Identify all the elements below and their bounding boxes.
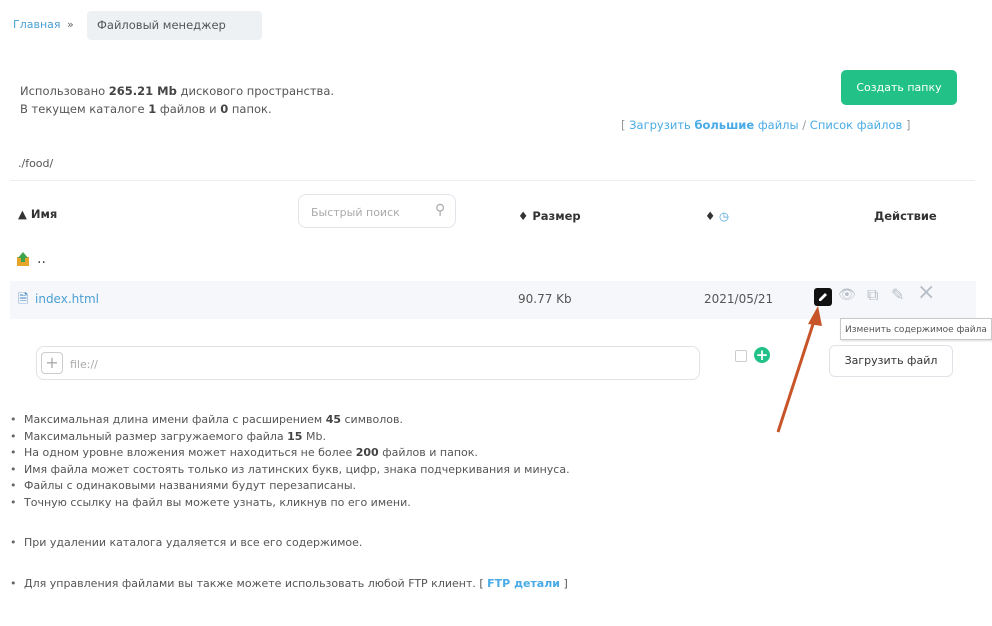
file-list-link[interactable]: Список файлов <box>810 118 903 132</box>
note-text: Максимальный размер загружаемого файла <box>24 429 284 443</box>
upload-big-files-link[interactable]: Загрузить большие файлы <box>629 118 798 132</box>
create-folder-button[interactable]: Создать папку <box>841 70 957 105</box>
note-text: Mb. <box>305 429 326 443</box>
column-header-size[interactable]: ♦ Размер <box>518 209 581 223</box>
sort-icon: ♦ <box>705 209 716 223</box>
note-text: На одном уровне вложения может находитьс… <box>24 446 353 459</box>
note-text: Файлы с одинаковыми названиями будут пер… <box>24 479 357 492</box>
column-name-label: Имя <box>30 207 58 221</box>
upload-big: большие <box>694 118 755 132</box>
overwrite-checkbox[interactable] <box>735 350 747 362</box>
bracket-close: ] <box>563 576 568 590</box>
note-text: Имя файла может состоять только из латин… <box>24 462 570 476</box>
current-path: ./food/ <box>18 157 54 170</box>
arrow-annotation <box>776 306 822 433</box>
quick-search-placeholder: Быстрый поиск <box>311 206 400 219</box>
note-text: файлов и папок. <box>382 446 478 459</box>
list-item: Для управления файлами вы также можете и… <box>10 576 570 593</box>
list-item: На одном уровне вложения может находитьс… <box>10 445 570 462</box>
notes-list: Максимальная длина имени файла с расшире… <box>10 412 570 592</box>
bracket-close: ] <box>905 118 911 132</box>
file-manager-page: Главная » Файловый менеджер Использовано… <box>0 0 992 626</box>
bracket-open: [ <box>479 576 484 590</box>
upload-links: [ Загрузить большие файлы / Список файло… <box>621 118 910 132</box>
folder-up-icon[interactable] <box>15 251 31 267</box>
disk-usage-text: Использовано 265.21 Mb дискового простра… <box>20 84 334 98</box>
upload-file-button[interactable]: Загрузить файл <box>829 345 953 377</box>
links-slash: / <box>802 118 807 132</box>
catalog-prefix: В текущем каталоге <box>20 102 145 116</box>
usage-suffix: дискового пространства. <box>180 84 335 98</box>
note-text: Точную ссылку на файл вы можете узнать, … <box>24 495 411 509</box>
bracket-open: [ <box>621 118 626 132</box>
column-size-label: Размер <box>532 209 581 223</box>
file-url-input[interactable] <box>36 346 700 380</box>
upload-suffix: файлы <box>757 118 799 132</box>
list-item: Максимальный размер загружаемого файла 1… <box>10 429 570 446</box>
plus-icon[interactable]: + <box>41 352 63 374</box>
sort-asc-icon: ▲ <box>18 207 27 221</box>
external-link-icon[interactable]: ⧉ <box>867 285 878 305</box>
column-header-action: Действие <box>874 209 937 223</box>
search-icon: ⚲ <box>435 202 446 218</box>
list-item: Имя файла может состоять только из латин… <box>10 462 570 479</box>
usage-prefix: Использовано <box>20 84 106 98</box>
breadcrumb-current: Файловый менеджер <box>87 11 262 40</box>
note-text: При удалении каталога удаляется и все ег… <box>24 536 363 549</box>
note-text: Максимальная длина имени файла с расшире… <box>24 413 323 426</box>
ftp-details-link[interactable]: FTP детали <box>487 577 560 590</box>
file-size: 90.77 Kb <box>518 292 572 306</box>
upload-prefix: Загрузить <box>629 118 691 132</box>
add-circle-icon[interactable]: + <box>754 347 770 363</box>
divider <box>10 180 975 181</box>
breadcrumb-home-link[interactable]: Главная <box>13 18 61 31</box>
delete-icon[interactable]: × <box>917 280 935 305</box>
clock-icon: ◷ <box>718 209 730 223</box>
folders-count: 0 <box>220 102 229 116</box>
note-text: Для управления файлами вы также можете и… <box>24 576 476 590</box>
note-bold: 15 <box>287 429 303 443</box>
file-input-placeholder: file:// <box>70 358 98 371</box>
list-item: При удалении каталога удаляется и все ег… <box>10 535 570 552</box>
sort-icon: ♦ <box>518 209 529 223</box>
list-item: Точную ссылку на файл вы можете узнать, … <box>10 495 570 512</box>
html-file-icon: 🗎 <box>18 292 29 307</box>
note-bold: 45 <box>325 413 341 426</box>
eye-icon[interactable]: 👁 <box>838 287 856 303</box>
file-date: 2021/05/21 <box>704 292 774 306</box>
rename-icon[interactable]: ✎ <box>891 285 904 304</box>
files-word: файлов и <box>159 102 217 116</box>
tooltip: Изменить содержимое файла <box>840 318 992 340</box>
column-header-date[interactable]: ♦ ◷ <box>705 209 729 223</box>
column-header-name[interactable]: ▲ Имя <box>18 207 57 221</box>
usage-amount: 265.21 Mb <box>108 84 177 98</box>
list-item: Максимальная длина имени файла с расшире… <box>10 412 570 429</box>
list-item: Файлы с одинаковыми названиями будут пер… <box>10 478 570 495</box>
catalog-summary-text: В текущем каталоге 1 файлов и 0 папок. <box>20 102 272 116</box>
note-text: символов. <box>344 413 403 426</box>
file-name-link[interactable]: index.html <box>35 292 99 306</box>
folders-word: папок. <box>231 102 272 116</box>
files-count: 1 <box>148 102 157 116</box>
note-bold: 200 <box>355 446 379 459</box>
parent-dir-link[interactable]: .. <box>37 251 46 267</box>
breadcrumb-separator: » <box>67 18 74 31</box>
